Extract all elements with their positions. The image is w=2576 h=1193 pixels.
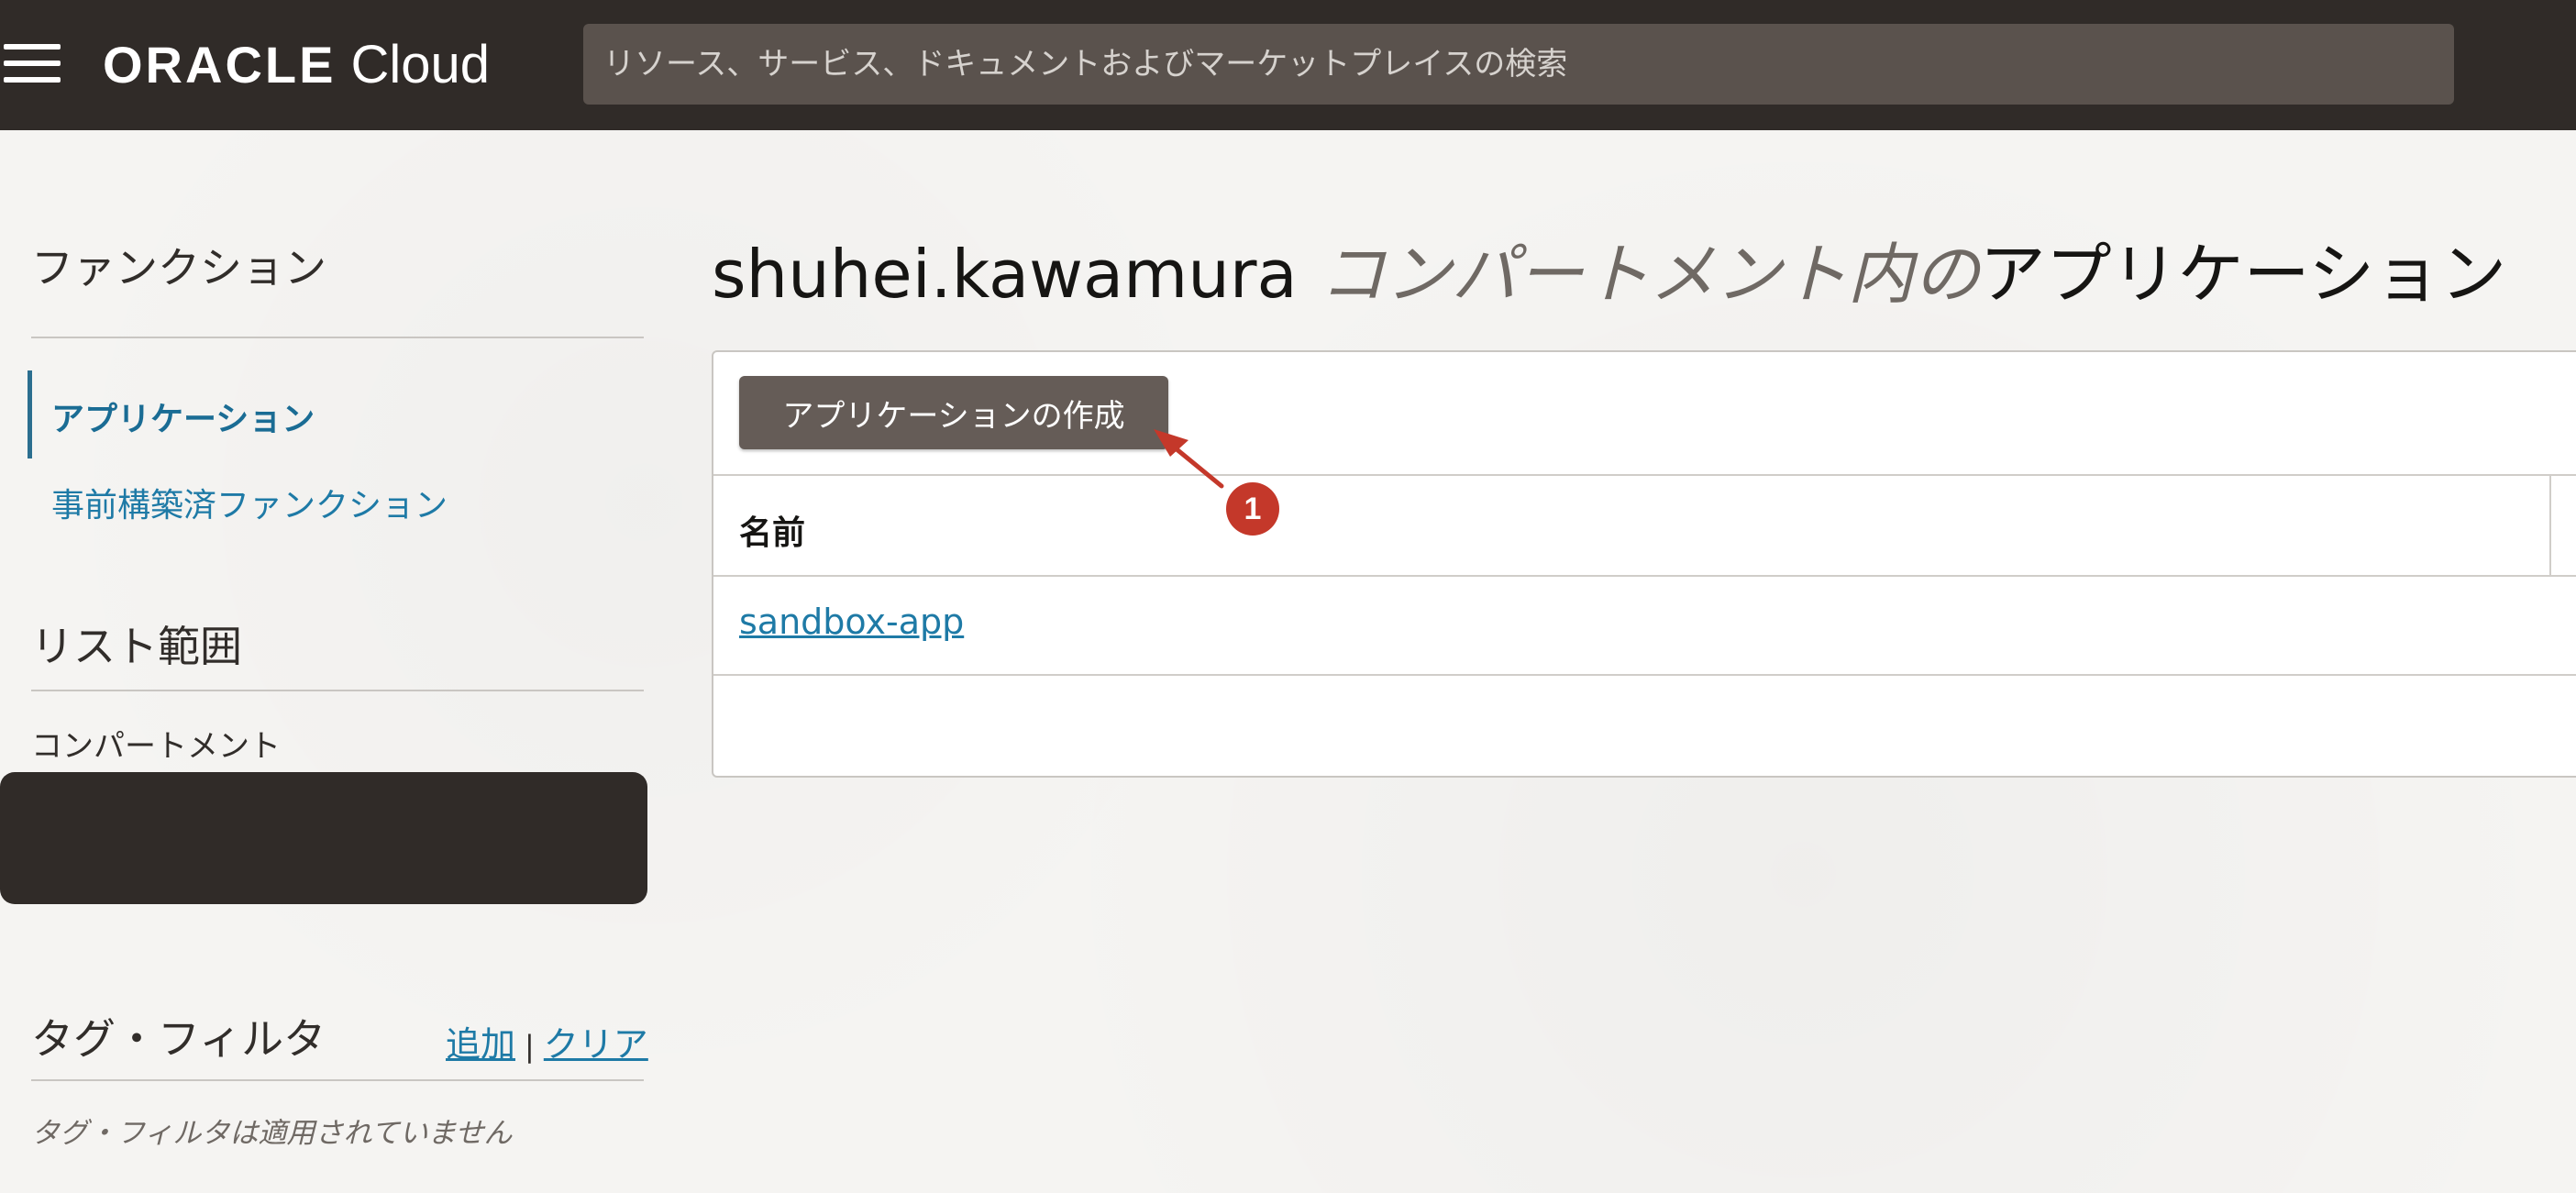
create-application-button[interactable]: アプリケーションの作成 xyxy=(739,376,1168,449)
divider xyxy=(31,1079,644,1081)
logo-cloud-text: Cloud xyxy=(350,35,490,94)
tag-action-separator: | xyxy=(525,1029,535,1064)
top-navigation-bar: ORACLE Cloud リソース、サービス、ドキュメントおよびマーケットプレイス… xyxy=(0,0,2576,130)
tag-add-link[interactable]: 追加 xyxy=(446,1024,515,1065)
column-header-name[interactable]: 名前 xyxy=(739,506,805,554)
sidebar-section-title: ファンクション xyxy=(31,243,326,293)
search-input[interactable]: リソース、サービス、ドキュメントおよびマーケットプレイスの検索 xyxy=(583,24,2454,105)
annotation-callout-badge: 1 xyxy=(1226,482,1279,536)
tag-filter-actions: 追加 | クリア xyxy=(446,1016,648,1066)
table-row-border xyxy=(713,674,2576,676)
application-link-sandbox-app[interactable]: sandbox-app xyxy=(739,602,964,642)
hamburger-menu-icon[interactable] xyxy=(4,44,61,83)
divider xyxy=(31,337,644,338)
active-nav-indicator xyxy=(28,370,32,458)
oracle-cloud-logo[interactable]: ORACLE Cloud xyxy=(103,33,490,97)
search-placeholder: リソース、サービス、ドキュメントおよびマーケットプレイスの検索 xyxy=(603,46,1568,83)
page-title-compartment: shuhei.kawamura xyxy=(712,236,1298,313)
annotation-arrow-icon xyxy=(1154,429,1224,489)
table-top-border xyxy=(713,474,2576,476)
sidebar-item-prebuilt-functions[interactable]: 事前構築済ファンクション xyxy=(51,479,448,526)
table-header-border xyxy=(713,575,2576,577)
sidebar-item-applications[interactable]: アプリケーション xyxy=(51,392,315,440)
page-title-suffix: アプリケーション xyxy=(1979,236,2507,313)
logo-oracle-text: ORACLE xyxy=(103,36,337,94)
page-title-middle: コンパートメント内の xyxy=(1319,236,1980,313)
list-scope-title: リスト範囲 xyxy=(31,622,242,671)
compartment-select[interactable] xyxy=(0,772,647,904)
tag-filter-title: タグ・フィルタ xyxy=(31,1014,326,1064)
page-title: shuhei.kawamura コンパートメント内のアプリケーション xyxy=(712,220,2506,316)
column-divider xyxy=(2549,475,2551,576)
compartment-label: コンパートメント xyxy=(31,728,281,765)
tag-filter-status: タグ・フィルタは適用されていません xyxy=(31,1117,513,1150)
divider xyxy=(31,690,644,691)
tag-clear-link[interactable]: クリア xyxy=(544,1024,648,1065)
